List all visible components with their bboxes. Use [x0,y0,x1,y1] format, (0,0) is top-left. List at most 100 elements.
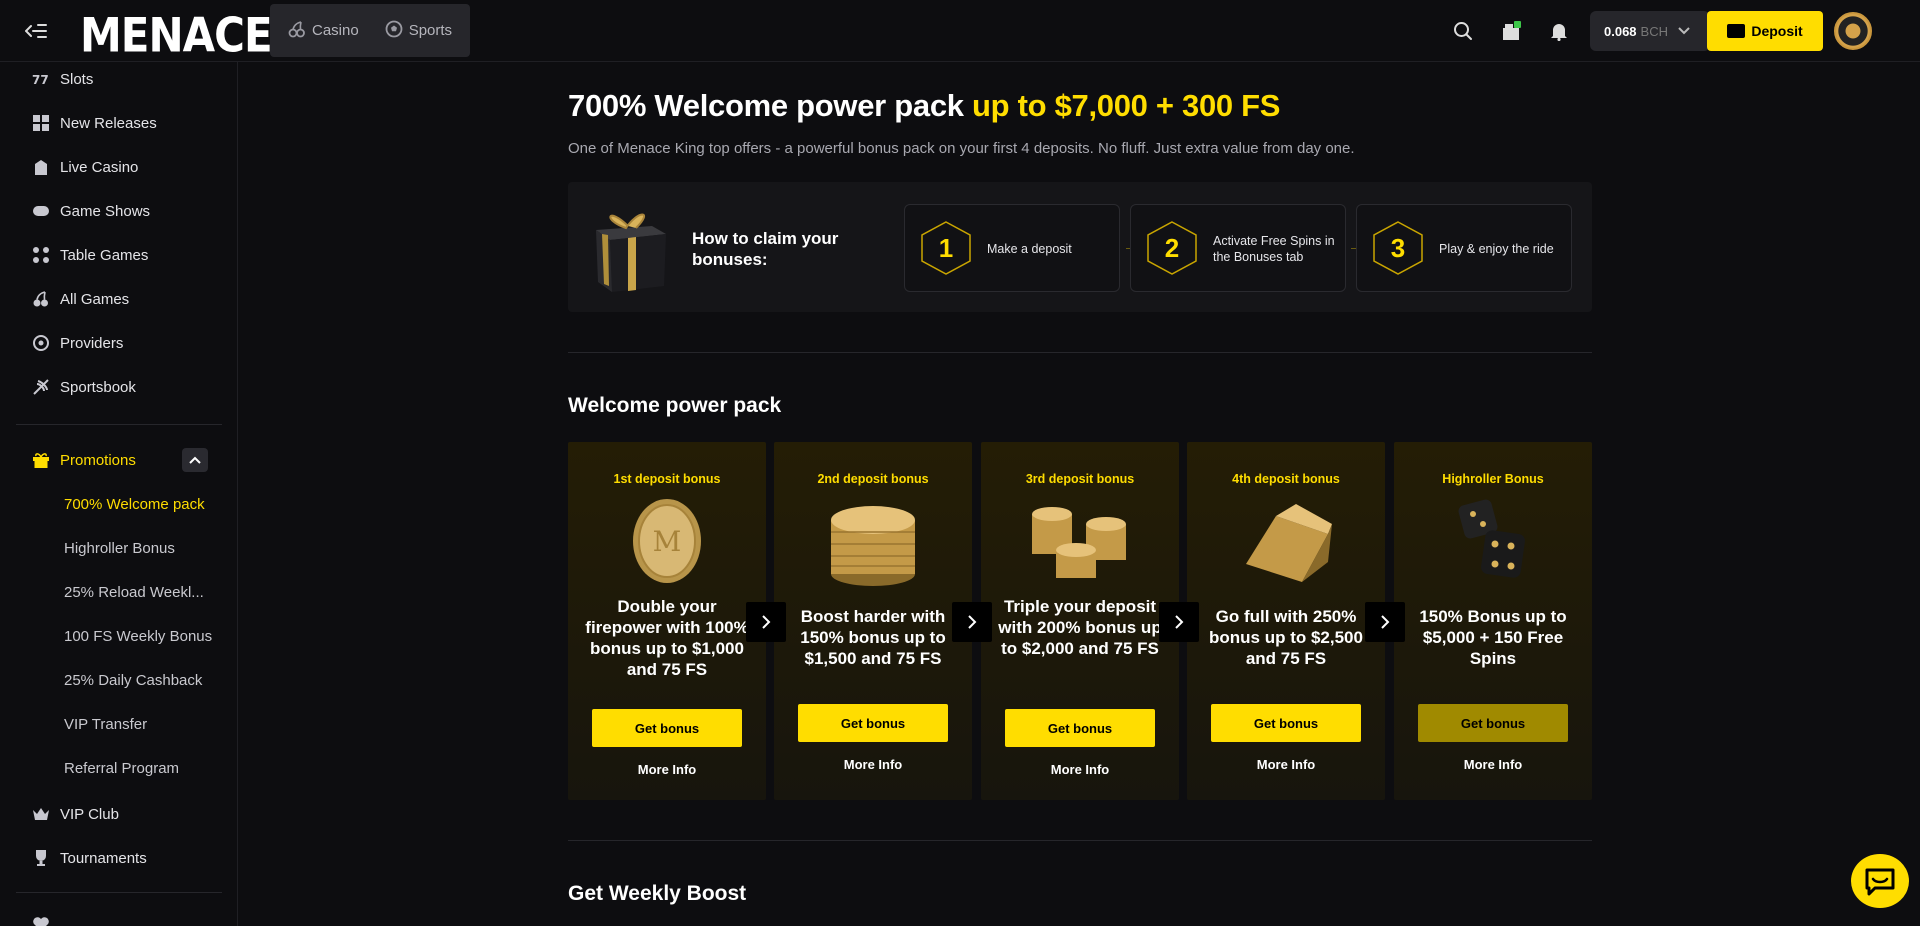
page-title-highlight: up to $7,000 + 300 FS [972,88,1281,123]
tab-sports[interactable]: Sports [375,12,462,50]
sidebar-sub-vip-transfer[interactable]: VIP Transfer [64,716,214,733]
gift-icon [32,451,50,469]
claim-step-3: 3 Play & enjoy the ride [1356,204,1572,292]
sidebar-item-label: Slots [60,70,94,88]
card-title: Highroller Bonus [1442,472,1544,486]
section-title-welcome-pack: Welcome power pack [568,394,782,417]
search-icon[interactable] [1451,19,1475,43]
tab-casino[interactable]: Casino [278,12,369,50]
get-bonus-button[interactable]: Get bonus [1005,709,1155,747]
chevron-right-icon [1175,615,1184,629]
gold-coin-stack-icon [823,494,923,588]
next-arrow-button[interactable] [746,602,786,642]
avatar[interactable] [1834,12,1872,50]
collapse-promotions-button[interactable] [182,448,208,472]
sidebar-item-table-games[interactable]: Table Games [32,243,148,267]
dice-icon [1443,494,1543,588]
sidebar-sub-highroller[interactable]: Highroller Bonus [64,540,214,557]
deposit-button[interactable]: Deposit [1707,11,1823,51]
card-description: Triple your deposit with 200% bonus up t… [998,597,1162,658]
get-bonus-button[interactable]: Get bonus [798,704,948,742]
bonus-card-3: 3rd deposit bonus Triple your deposit wi… [981,442,1179,800]
page-title-text: 700% Welcome power pack [568,88,973,123]
next-arrow-button[interactable] [952,602,992,642]
menu-collapse-icon[interactable] [24,19,48,43]
page-title: 700% Welcome power pack up to $7,000 + 3… [568,88,1280,124]
get-bonus-button[interactable]: Get bonus [592,709,742,747]
card-description: Double your firepower with 100% bonus up… [585,597,749,679]
svg-text:M: M [653,525,682,558]
gold-coin-stacks-icon [1030,494,1130,588]
sidebar-item-vip-club[interactable]: VIP Club [32,802,119,826]
tab-casino-label: Casino [312,22,359,39]
sidebar: 77 Slots New Releases Live Casino Game S… [0,62,238,926]
deposit-label: Deposit [1751,23,1803,39]
cherries-icon [32,290,50,308]
sidebar-item-partial[interactable] [32,912,50,926]
logo[interactable]: MENACE [80,8,273,63]
live-chat-button[interactable] [1851,854,1909,908]
more-info-link[interactable]: More Info [981,762,1179,777]
sidebar-sub-welcome-pack[interactable]: 700% Welcome pack [64,496,214,513]
section-title-weekly-boost: Get Weekly Boost [568,882,747,905]
sidebar-item-all-games[interactable]: All Games [32,287,129,311]
chevron-right-icon [1381,615,1390,629]
sidebar-item-promotions[interactable]: Promotions [32,448,136,472]
step-text: Play & enjoy the ride [1439,242,1554,256]
hexagon-number: 2 [1145,221,1199,275]
more-info-link[interactable]: More Info [774,757,972,772]
get-bonus-button[interactable]: Get bonus [1211,704,1361,742]
section-divider [568,352,1592,353]
sidebar-item-label: Live Casino [60,158,139,176]
step-text: Activate Free Spins in the Bonuses tab [1213,234,1335,264]
trophy-icon [32,849,50,867]
claim-step-2: 2 Activate Free Spins in the Bonuses tab [1130,204,1346,292]
card-title: 1st deposit bonus [613,472,721,486]
sidebar-item-live-casino[interactable]: Live Casino [32,155,138,179]
more-info-link[interactable]: More Info [568,762,766,777]
sidebar-item-label: Tournaments [60,849,147,867]
sidebar-item-providers[interactable]: Providers [32,331,123,355]
next-arrow-button[interactable] [1365,602,1405,642]
soccer-ball-icon [385,20,403,42]
balance-selector[interactable]: 0.068 BCH [1590,11,1710,51]
card-description: 150% Bonus up to $5,000 + 150 Free Spins [1419,607,1567,668]
sidebar-sub-referral[interactable]: Referral Program [64,760,214,777]
next-arrow-button[interactable] [1159,602,1199,642]
step-number: 1 [938,232,954,263]
step-number: 3 [1390,232,1406,263]
gold-coin-icon: M [617,494,717,588]
more-info-link[interactable]: More Info [1187,757,1385,772]
sidebar-item-new-releases[interactable]: New Releases [32,111,157,135]
providers-icon [32,334,50,352]
more-info-link[interactable]: More Info [1394,757,1592,772]
sidebar-sub-reload-weekly[interactable]: 25% Reload Weekl... [64,584,214,601]
sidebar-item-label: VIP Club [60,805,119,823]
sidebar-item-label: New Releases [60,114,157,132]
bonus-card-highroller: Highroller Bonus 150% Bonus up to $5,000… [1394,442,1592,800]
sidebar-item-label: Game Shows [60,202,151,220]
gold-bar-icon [1236,494,1336,588]
get-bonus-button[interactable]: Get bonus [1418,704,1568,742]
sidebar-sub-fs-weekly[interactable]: 100 FS Weekly Bonus [64,628,214,645]
mode-switch: Casino Sports [270,4,470,57]
wallet-icon [1727,24,1746,38]
sidebar-sub-daily-cashback[interactable]: 25% Daily Cashback [64,672,214,689]
sidebar-item-tournaments[interactable]: Tournaments [32,846,147,870]
sidebar-item-slots[interactable]: 77 Slots [32,67,93,91]
card-description: Boost harder with 150% bonus up to $1,50… [800,607,946,668]
bell-icon[interactable] [1547,19,1571,43]
sidebar-item-sportsbook[interactable]: Sportsbook [32,375,136,399]
rewards-icon[interactable] [1500,19,1524,43]
sidebar-item-label: Providers [60,334,124,352]
sportsbook-icon [32,378,50,396]
how-to-claim-panel: How to claim your bonuses: 1 Make a depo… [568,182,1592,312]
top-bar: MENACE Casino Sports 0.068 BCH Deposit [0,0,1920,63]
step-number: 2 [1164,232,1180,263]
sidebar-item-game-shows[interactable]: Game Shows [32,199,150,223]
chat-icon [1865,868,1895,896]
tab-sports-label: Sports [408,22,453,39]
card-title: 2nd deposit bonus [817,472,929,486]
chevron-right-icon [968,615,977,629]
cherries-icon [288,20,306,42]
